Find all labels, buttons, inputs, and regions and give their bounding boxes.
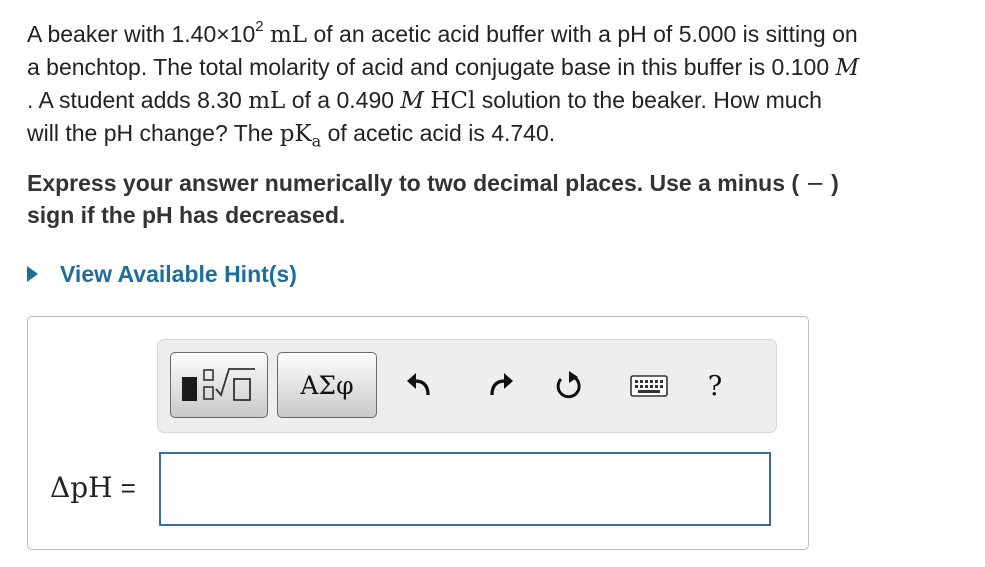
chemical-formula: HCl [430,88,476,114]
reset-button[interactable] [549,366,589,406]
answer-label: ΔpH = [50,471,136,504]
question-text-segment: will the pH change? The [27,120,280,146]
question-text-segment: . A student adds 8.30 [27,87,249,113]
help-icon: ? [707,370,723,402]
answer-panel: ΑΣφ ? ΔpH = [27,316,809,550]
pka-base: pK [279,121,312,147]
question-text-segment: of acetic acid is 4.740. [321,120,556,146]
question-text-segment: a benchtop. The total molarity of acid a… [27,54,836,80]
math-toolbar: ΑΣφ ? [157,339,777,433]
question-text-segment: of a 0.490 [285,87,401,113]
question-text-segment: of an acetic acid buffer with a pH of 5.… [307,21,858,47]
redo-icon [490,373,513,396]
instructions-text: Express your answer numerically to two d… [27,170,806,196]
exponent: 2 [255,18,264,36]
instructions-text: ) [824,170,839,196]
greek-symbols-label: ΑΣφ [300,370,354,400]
redo-button[interactable] [481,366,521,406]
question-line-3: . A student adds 8.30 mL of a 0.490 M HC… [27,84,977,117]
question-text-segment: A beaker with 1.40×10 [27,21,256,47]
undo-button[interactable] [399,366,439,406]
pka-subscript: a [311,131,322,151]
templates-icon [182,368,255,401]
keyboard-icon [630,375,668,397]
answer-input-field[interactable] [159,452,771,526]
help-button[interactable]: ? [695,366,735,406]
delta-ph-symbol: ΔpH [50,471,113,504]
keyboard-button[interactable] [624,366,674,406]
question-line-1: A beaker with 1.40×102 mL of an acetic a… [27,18,977,51]
question-text-segment: solution to the beaker. How much [475,87,822,113]
pka-symbol: pKa [279,121,321,149]
unit-ml: mL [269,22,308,48]
reset-icon [556,371,581,399]
expand-triangle-icon [27,266,38,282]
minus-symbol: − [805,171,825,197]
view-hints-toggle[interactable]: View Available Hint(s) [27,259,297,289]
equals-sign: = [120,473,136,503]
question-text: A beaker with 1.40×102 mL of an acetic a… [27,18,977,150]
unit-molarity: M [835,55,860,81]
greek-symbols-button[interactable]: ΑΣφ [277,352,377,418]
answer-instructions: Express your answer numerically to two d… [27,168,977,231]
unit-ml: mL [248,88,286,114]
undo-icon [407,373,430,396]
question-line-4: will the pH change? The pKa of acetic ac… [27,117,977,150]
view-hints-label: View Available Hint(s) [60,260,297,287]
templates-button[interactable] [170,352,268,418]
question-line-2: a benchtop. The total molarity of acid a… [27,51,977,84]
instructions-line-1: Express your answer numerically to two d… [27,168,977,200]
instructions-line-2: sign if the pH has decreased. [27,202,346,228]
unit-molarity: M [400,88,424,114]
